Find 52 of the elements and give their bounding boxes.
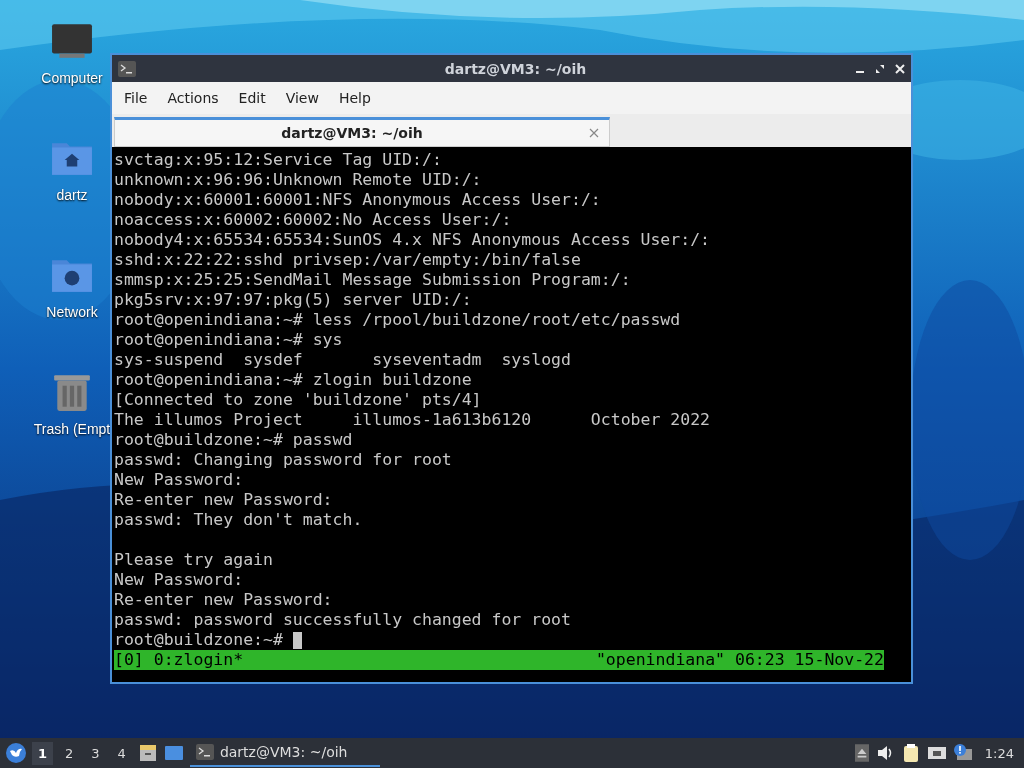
menu-item[interactable]: File	[116, 90, 156, 106]
terminal-line: The illumos Project illumos-1a613b6120 October 2022	[114, 410, 711, 430]
window-title: dartz@VM3: ~/oih	[443, 60, 588, 77]
eject-icon[interactable]	[854, 744, 869, 762]
menu-item[interactable]: Edit	[230, 90, 274, 106]
terminal-line: passwd: password successfully changed for root	[114, 610, 571, 630]
terminal-icon	[118, 60, 136, 77]
desktop-icon-label[interactable]: Network	[46, 304, 98, 320]
status-text: "openindiana" 06:23 15-Nov-22	[595, 650, 884, 670]
terminal-line: sshd:x:22:22:sshd privsep:/var/empty:/bin/false	[114, 250, 581, 270]
menu-item[interactable]: Help	[330, 90, 379, 106]
terminal-line: root@openindiana:~# zlogin buildzone	[114, 370, 472, 390]
terminal-line: nobody4:x:65534:65534:SunOS 4.x NFS Anonymous Access User:/:	[114, 230, 711, 250]
desktop-icon-label[interactable]: Trash (Empt	[33, 421, 111, 437]
clock: 1:24	[984, 745, 1014, 761]
terminal-line: passwd: They don't match.	[114, 510, 363, 530]
terminal-line: New Password:	[114, 470, 244, 490]
terminal-line: [Connected to zone 'buildzone' pts/4]	[114, 390, 482, 410]
terminal-line: root@buildzone:~# passwd	[114, 430, 353, 450]
terminal-line: Re-enter new Password:	[114, 490, 333, 510]
terminal-line: noaccess:x:60002:60002:No Access User:/:	[114, 210, 512, 230]
file-cabinet-icon[interactable]	[137, 743, 158, 763]
terminal-line: root@openindiana:~# less /rpool/buildzone/root/etc/passwd	[114, 310, 681, 330]
status-text: [0] 0:zlogin*	[114, 650, 244, 670]
terminal-line: Please try again	[114, 550, 273, 570]
terminal-line: Re-enter new Password:	[114, 590, 333, 610]
terminal-line: root@openindiana:~# sys	[114, 330, 343, 350]
notification-icon[interactable]	[952, 743, 973, 763]
workspace-button[interactable]: 4	[111, 741, 132, 765]
workspace-button[interactable]: 3	[85, 741, 106, 765]
terminal-line: sys-suspend sysdef syseventadm syslogd	[114, 350, 571, 370]
bird-logo-icon[interactable]	[6, 743, 26, 763]
window-icon[interactable]	[163, 743, 184, 763]
terminal-line: nobody:x:60001:60001:NFS Anonymous Access User:/:	[114, 190, 601, 210]
terminal-line: root@buildzone:~#	[114, 630, 284, 650]
terminal-line: passwd: Changing password for root	[114, 450, 452, 470]
desktop-icon-label[interactable]: dartz	[56, 187, 88, 203]
terminal-icon	[195, 744, 214, 760]
close-tab-icon[interactable]	[589, 128, 599, 138]
menu-item[interactable]: View	[277, 90, 327, 106]
terminal-line: pkg5srv:x:97:97:pkg(5) server UID:/:	[114, 290, 472, 310]
workspace-button[interactable]: 2	[59, 741, 80, 765]
close-icon[interactable]	[895, 63, 905, 74]
maximize-icon[interactable]	[875, 63, 885, 74]
tab[interactable]: dartz@VM3: ~/oih	[114, 117, 610, 147]
workspace-button[interactable]: 1	[32, 741, 54, 765]
taskbar-task[interactable]: dartz@VM3: ~/oih	[189, 739, 380, 767]
terminal-line: svctag:x:95:12:Service Tag UID:/:	[114, 150, 442, 170]
terminal-line: New Password:	[114, 570, 244, 590]
terminal-line: unknown:x:96:96:Unknown Remote UID:/:	[114, 170, 482, 190]
terminal-line: smmsp:x:25:25:SendMail Message Submission Program:/:	[114, 270, 631, 290]
menu-item[interactable]: Actions	[159, 90, 227, 106]
